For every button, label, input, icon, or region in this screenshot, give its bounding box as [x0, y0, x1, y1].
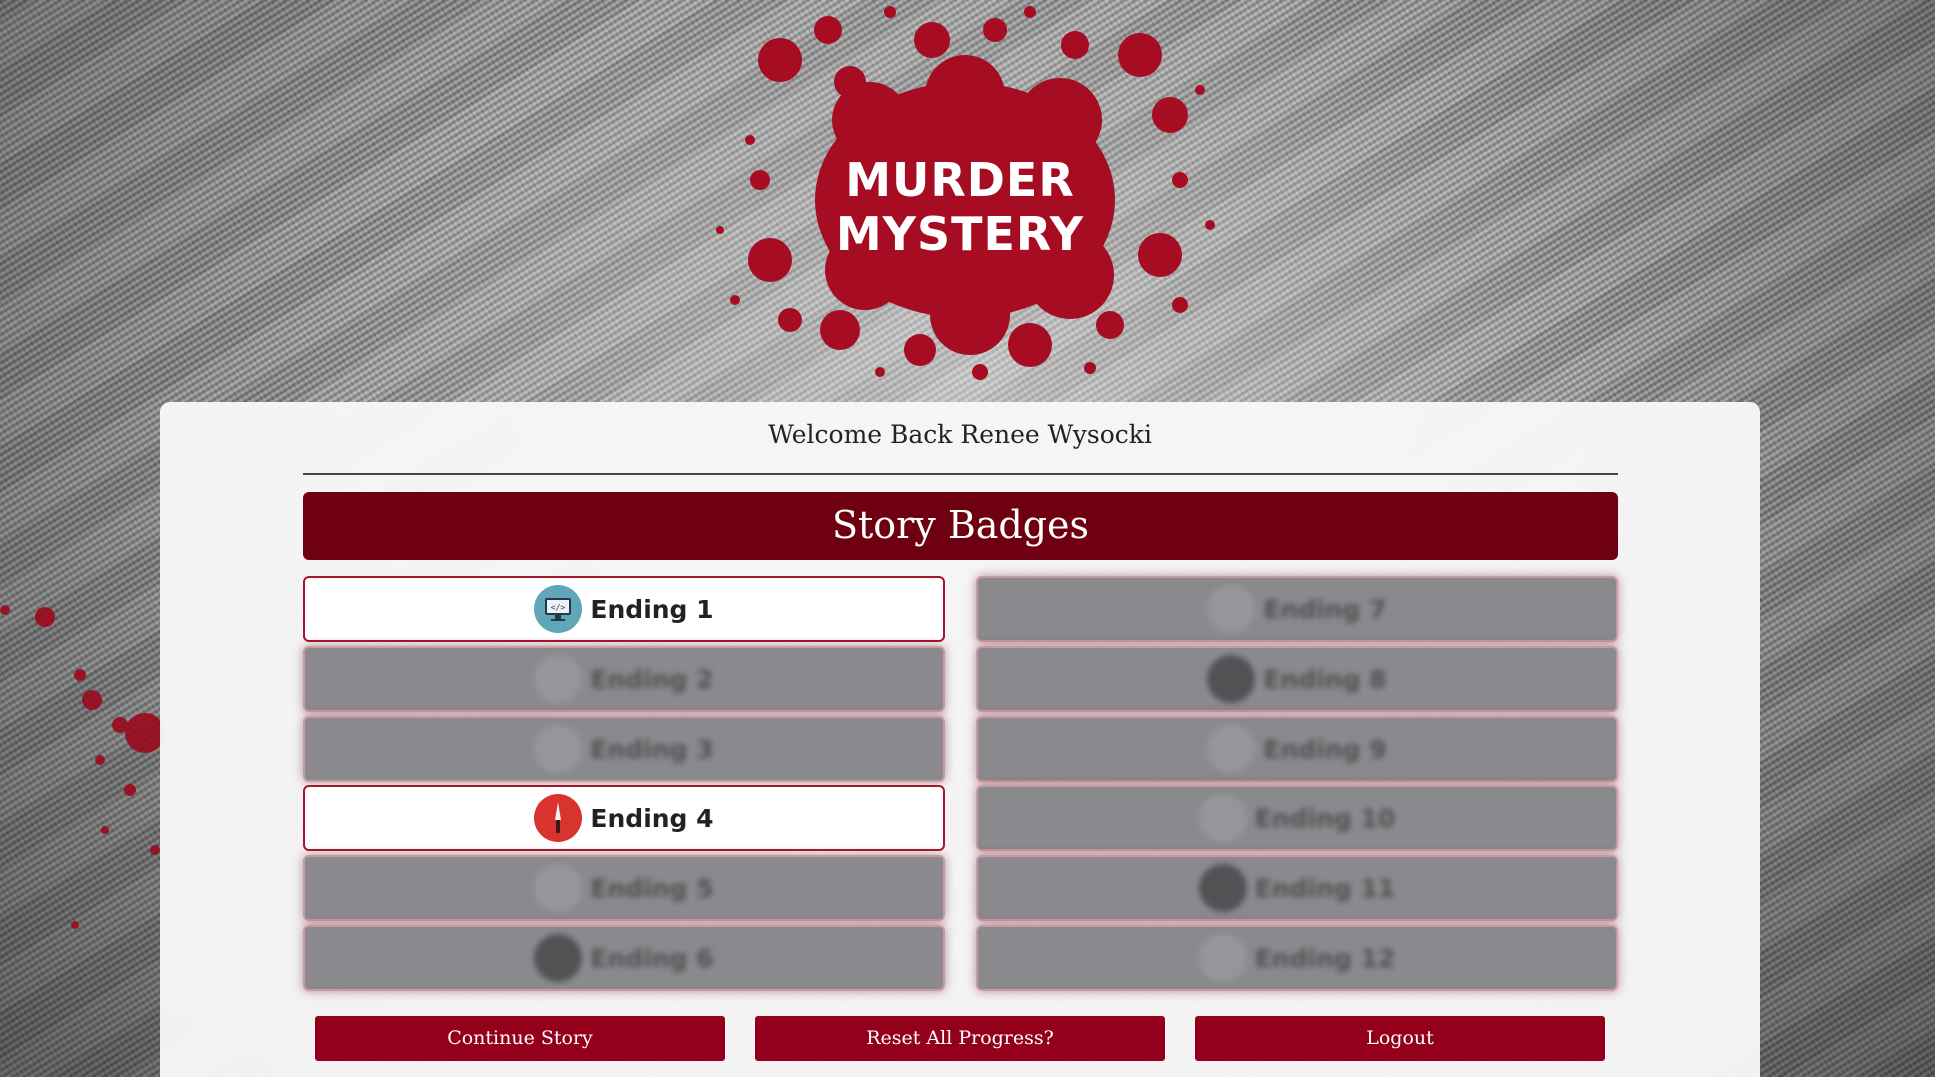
- badge-ending-5[interactable]: Ending 5: [303, 855, 945, 921]
- badge-ending-7[interactable]: Ending 7: [976, 576, 1618, 642]
- badge-ending-9[interactable]: Ending 9: [976, 716, 1618, 782]
- badge-ending-3[interactable]: Ending 3: [303, 716, 945, 782]
- knife-icon: [534, 794, 583, 842]
- profile-panel: Welcome Back Renee Wysocki Story Badges …: [160, 402, 1760, 1077]
- badge-label: Ending 9: [1263, 734, 1387, 764]
- bottle-dark-icon: [1207, 655, 1256, 703]
- logo-title-line2: MYSTERY: [835, 207, 1085, 261]
- badge-label: Ending 11: [1254, 873, 1396, 903]
- cup-icon: [534, 864, 583, 912]
- badge-ending-1[interactable]: </> Ending 1: [303, 576, 945, 642]
- reset-progress-button[interactable]: Reset All Progress?: [755, 1016, 1165, 1061]
- figure-icon: [534, 655, 583, 703]
- badge-ending-12[interactable]: Ending 12: [976, 925, 1618, 991]
- badge-label: Ending 3: [590, 734, 714, 764]
- badge-ending-11[interactable]: Ending 11: [976, 855, 1618, 921]
- badge-label: Ending 10: [1254, 803, 1396, 833]
- badge-ending-10[interactable]: Ending 10: [976, 785, 1618, 851]
- story-badges-heading: Story Badges: [303, 492, 1618, 560]
- badge-label: Ending 6: [590, 943, 714, 973]
- badge-label: Ending 5: [590, 873, 714, 903]
- bottle-icon: [534, 725, 583, 773]
- computer-code-icon: </>: [534, 585, 583, 633]
- welcome-message: Welcome Back Renee Wysocki: [768, 420, 1152, 449]
- badge-ending-2[interactable]: Ending 2: [303, 646, 945, 712]
- spot-icon: [1207, 725, 1256, 773]
- badge-ending-6[interactable]: Ending 6: [303, 925, 945, 991]
- badge-label: Ending 4: [590, 803, 714, 833]
- badge-label: Ending 8: [1263, 664, 1387, 694]
- continue-story-button[interactable]: Continue Story: [315, 1016, 725, 1061]
- person-icon: [1198, 864, 1247, 912]
- hand-icon: [1207, 585, 1256, 633]
- badge-label: Ending 1: [590, 594, 714, 624]
- badge-ending-8[interactable]: Ending 8: [976, 646, 1618, 712]
- logo-title-line1: MURDER: [845, 153, 1075, 207]
- divider: [303, 473, 1618, 475]
- logout-button[interactable]: Logout: [1195, 1016, 1605, 1061]
- dark-circle-icon: [534, 934, 583, 982]
- svg-text:</>: </>: [551, 603, 566, 612]
- glass-icon: [1198, 934, 1247, 982]
- star-icon: [1198, 794, 1247, 842]
- badge-label: Ending 12: [1254, 943, 1396, 973]
- badge-ending-4[interactable]: Ending 4: [303, 785, 945, 851]
- badge-label: Ending 2: [590, 664, 714, 694]
- badge-label: Ending 7: [1263, 594, 1387, 624]
- game-logo: MURDER MYSTERY: [690, 0, 1230, 390]
